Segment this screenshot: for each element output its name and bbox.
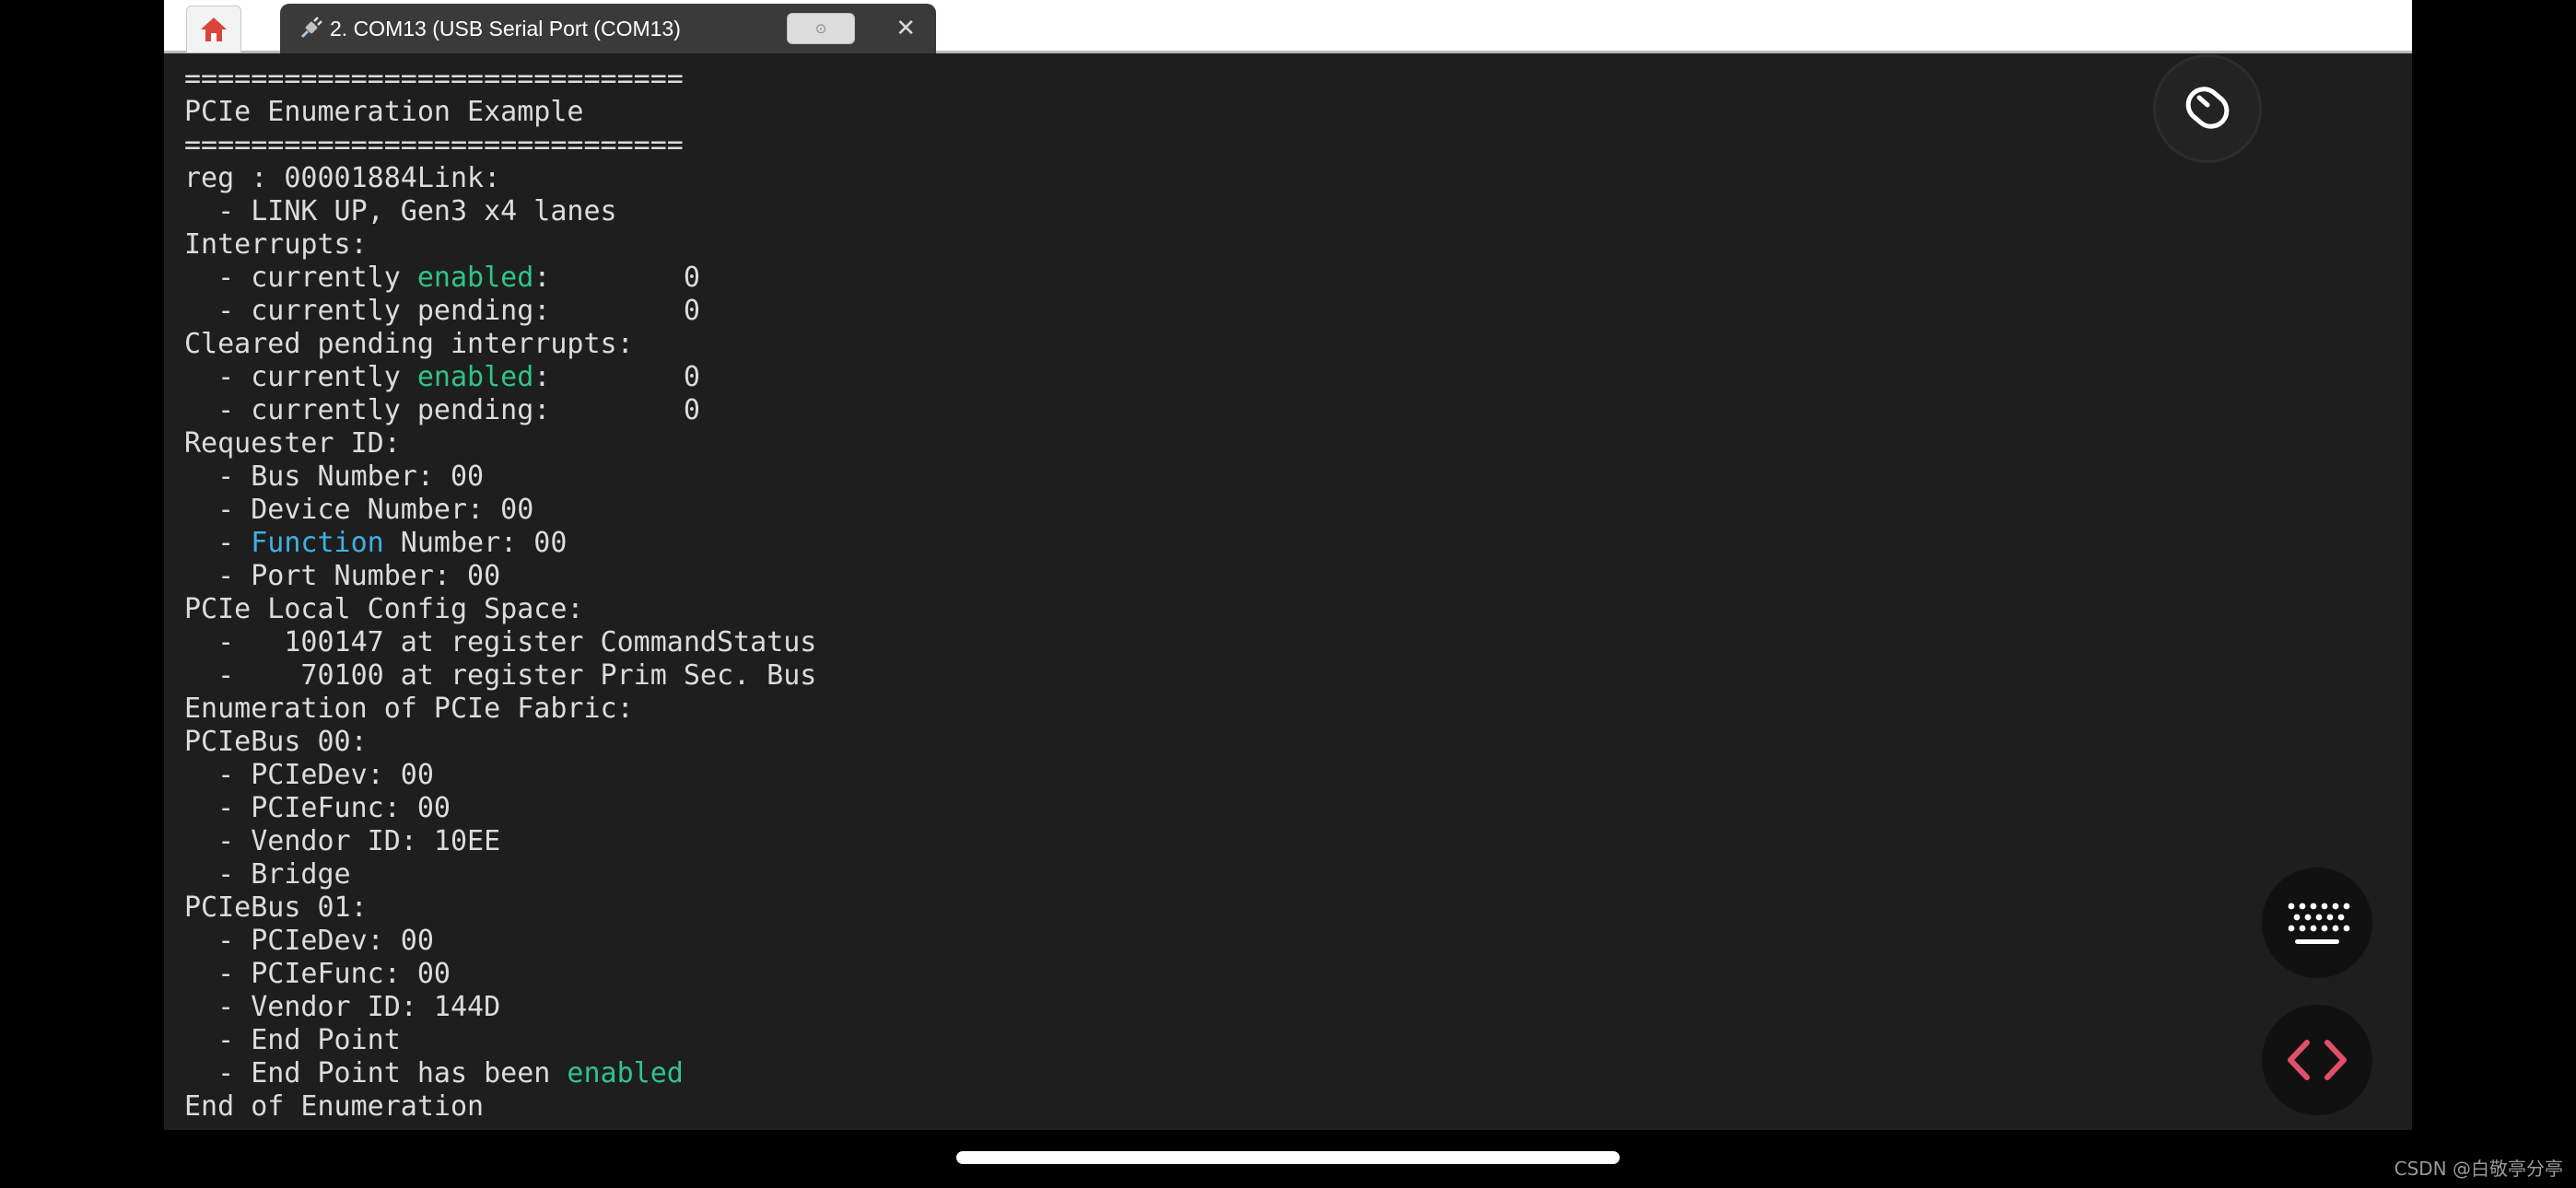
terminal-line: - Vendor ID: 10EE xyxy=(184,825,2395,858)
new-tab-button[interactable]: ⊙ xyxy=(787,13,855,44)
terminal-line: - Vendor ID: 144D xyxy=(184,991,2395,1024)
terminal-text: - Port Number: 00 xyxy=(184,560,501,592)
code-button[interactable] xyxy=(2262,1005,2372,1115)
terminal-line: - Function Number: 00 xyxy=(184,527,2395,560)
terminal-text: Number: 00 xyxy=(383,527,568,559)
terminal-line: - End Point xyxy=(184,1024,2395,1057)
terminal-line: - currently pending: 0 xyxy=(184,394,2395,427)
terminal-line: Enumeration of PCIe Fabric: xyxy=(184,693,2395,726)
terminal-line: PCIe Enumeration Example xyxy=(184,96,2395,129)
terminal-line: - End Point has been enabled xyxy=(184,1057,2395,1090)
terminal-line: - LINK UP, Gen3 x4 lanes xyxy=(184,195,2395,228)
terminal-line: Interrupts: xyxy=(184,228,2395,262)
serial-plug-icon xyxy=(300,17,322,39)
home-indicator-bar[interactable] xyxy=(956,1151,1620,1164)
terminal-text: - currently pending: 0 xyxy=(184,394,700,426)
tab-title: 2. COM13 (USB Serial Port (COM13) xyxy=(330,16,681,41)
keyboard-icon xyxy=(2288,903,2350,944)
highlighted-keyword: Function xyxy=(251,527,384,559)
mouse-mode-button[interactable] xyxy=(2156,57,2259,160)
highlighted-keyword: enabled xyxy=(416,262,534,294)
terminal-line: - PCIeDev: 00 xyxy=(184,759,2395,792)
home-icon xyxy=(201,17,227,41)
terminal-text: - End Point has been xyxy=(184,1057,568,1089)
terminal-text: ============================== xyxy=(184,63,684,95)
terminal-text: Requester ID: xyxy=(184,427,401,460)
terminal-text: - PCIeFunc: 00 xyxy=(184,958,451,990)
terminal-text: PCIe Local Config Space: xyxy=(184,593,584,625)
terminal-text: PCIeBus 00: xyxy=(184,726,368,758)
terminal-text: - currently xyxy=(184,361,417,393)
terminal-text: - currently pending: 0 xyxy=(184,295,700,327)
terminal-line: - currently enabled: 0 xyxy=(184,361,2395,394)
terminal-text: : 0 xyxy=(533,262,700,294)
terminal-text: - xyxy=(184,527,252,559)
terminal-text: reg : 00001884Link: xyxy=(184,162,501,194)
terminal-text: - Vendor ID: 144D xyxy=(184,991,501,1023)
terminal-line: - 70100 at register Prim Sec. Bus xyxy=(184,659,2395,693)
terminal-text: - Device Number: 00 xyxy=(184,494,534,526)
code-brackets-icon xyxy=(2288,1040,2347,1080)
terminal-line: End of Enumeration xyxy=(184,1090,2395,1122)
close-tab-icon[interactable]: ✕ xyxy=(896,16,916,40)
terminal-text: Enumeration of PCIe Fabric: xyxy=(184,693,634,725)
home-tab[interactable] xyxy=(186,6,241,52)
terminal-text: Cleared pending interrupts: xyxy=(184,328,634,360)
terminal-text: - PCIeDev: 00 xyxy=(184,925,434,957)
tab-bar: 2. COM13 (USB Serial Port (COM13) ✕ ⊙ xyxy=(164,0,2412,53)
terminal-text: - End Point xyxy=(184,1024,401,1056)
terminal-text: - 70100 at register Prim Sec. Bus xyxy=(184,659,817,692)
watermark-text: CSDN @白敬亭分亭 xyxy=(2394,1158,2563,1180)
terminal-line: PCIeBus 00: xyxy=(184,726,2395,759)
terminal-text: - PCIeDev: 00 xyxy=(184,759,434,791)
terminal-text: PCIe Enumeration Example xyxy=(184,96,584,128)
terminal-line: - Port Number: 00 xyxy=(184,560,2395,593)
terminal-text: : 0 xyxy=(533,361,700,393)
terminal-text: - LINK UP, Gen3 x4 lanes xyxy=(184,195,617,227)
terminal-line: - Bus Number: 00 xyxy=(184,460,2395,494)
terminal-text: PCIeBus 01: xyxy=(184,891,368,924)
terminal-line: ============================== xyxy=(184,63,2395,96)
terminal-line: - PCIeDev: 00 xyxy=(184,925,2395,958)
highlighted-keyword: enabled xyxy=(416,361,534,393)
terminal-window: 2. COM13 (USB Serial Port (COM13) ✕ ⊙ ==… xyxy=(164,0,2412,1130)
terminal-text: - Bus Number: 00 xyxy=(184,460,485,493)
terminal-text: Interrupts: xyxy=(184,228,368,261)
terminal-output[interactable]: ============================== PCIe Enume… xyxy=(184,63,2395,1122)
terminal-text: - PCIeFunc: 00 xyxy=(184,792,451,824)
terminal-line: - currently pending: 0 xyxy=(184,295,2395,328)
terminal-text: End of Enumeration xyxy=(184,1090,485,1122)
terminal-line: Cleared pending interrupts: xyxy=(184,328,2395,361)
highlighted-keyword: enabled xyxy=(567,1057,684,1089)
terminal-text: - Bridge xyxy=(184,858,351,891)
terminal-line: reg : 00001884Link: xyxy=(184,162,2395,195)
terminal-text: - 100147 at register CommandStatus xyxy=(184,626,817,658)
terminal-line: - PCIeFunc: 00 xyxy=(184,958,2395,991)
terminal-line: ============================== xyxy=(184,129,2395,162)
terminal-text: - currently xyxy=(184,262,417,294)
terminal-line: - currently enabled: 0 xyxy=(184,262,2395,295)
keyboard-button[interactable] xyxy=(2262,868,2372,978)
terminal-text: - Vendor ID: 10EE xyxy=(184,825,501,857)
terminal-line: PCIeBus 01: xyxy=(184,891,2395,925)
terminal-line: PCIe Local Config Space: xyxy=(184,593,2395,626)
terminal-line: - Device Number: 00 xyxy=(184,494,2395,527)
terminal-line: - 100147 at register CommandStatus xyxy=(184,626,2395,659)
terminal-line: - PCIeFunc: 00 xyxy=(184,792,2395,825)
terminal-text: ============================== xyxy=(184,129,684,161)
new-tab-icon: ⊙ xyxy=(814,20,827,37)
mouse-mode-icon xyxy=(2185,87,2230,129)
terminal-line: - Bridge xyxy=(184,858,2395,891)
terminal-line: Requester ID: xyxy=(184,427,2395,460)
